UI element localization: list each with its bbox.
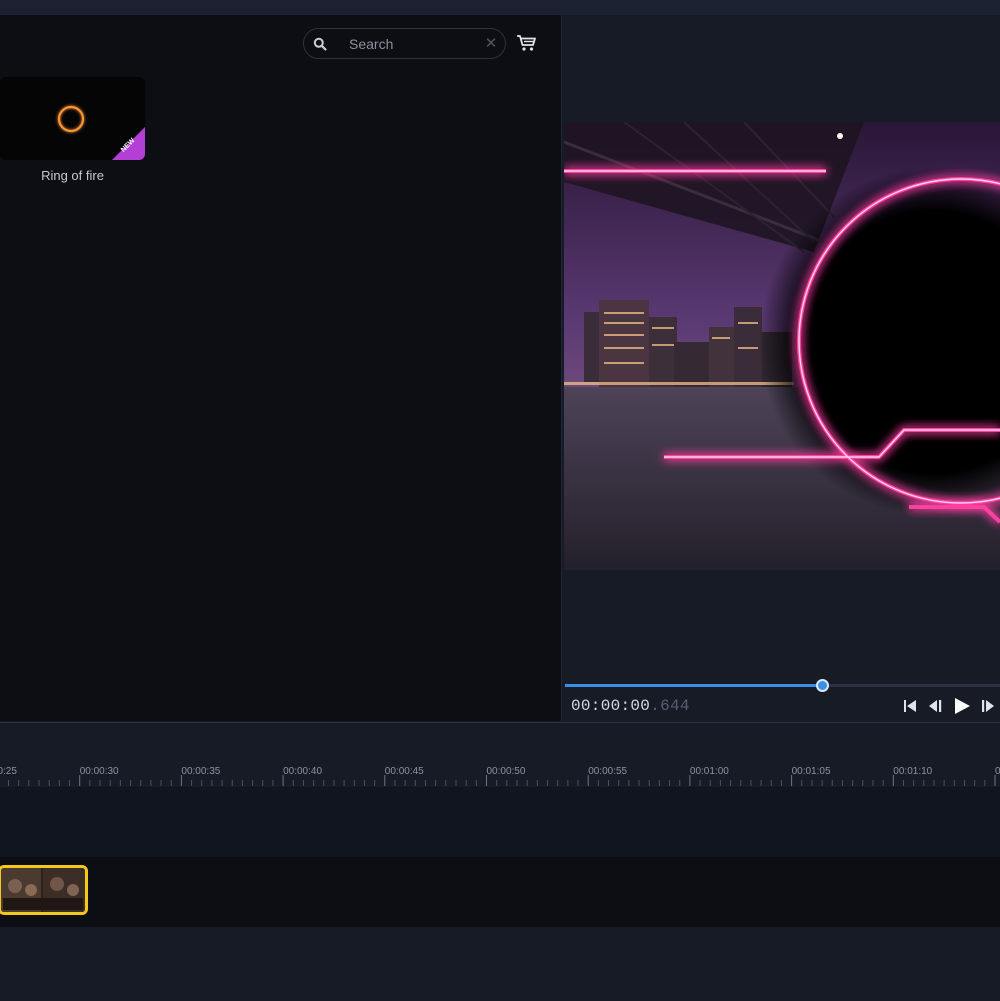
ruler-label: 00:00:55 [588,766,628,777]
play-icon[interactable] [953,697,971,715]
timecode-milliseconds: .644 [650,697,690,715]
search-icon[interactable] [313,37,327,51]
search-input[interactable] [349,35,479,53]
clear-search-icon[interactable]: ✕ [483,35,499,53]
timeline-track-audio[interactable] [0,927,1000,1001]
video-clip-thumbnail [1,868,85,912]
timeline-track-video[interactable] [0,857,1000,927]
video-preview[interactable] [564,122,1000,570]
ruler-label: 00:01:05 [791,766,831,777]
playback-progress [565,684,822,687]
preview-frame [564,122,1000,570]
cart-icon[interactable] [516,34,538,52]
timecode-display: 00:00:00.644 [571,697,690,715]
time-ruler[interactable]: 00:00:25 00:00:30 00:00:35 00:00:40 00:00:45… [0,723,1000,787]
ruler-label: 00:00:25 [0,766,17,777]
top-bar [0,0,1000,15]
previous-frame-icon[interactable] [928,697,943,715]
ruler-label: 00:00:35 [181,766,221,777]
ruler-label: 00:00:30 [79,766,119,777]
timecode-main: 00:00:00 [571,697,651,715]
effect-tile-ring-of-fire[interactable]: NEW [0,77,145,160]
ruler-label: 00:01:15 [995,766,1000,777]
ruler-label: 00:01:10 [893,766,933,777]
ruler-label: 00:00:50 [486,766,526,777]
ruler-ticks [8,775,996,786]
playhead-knob[interactable] [815,679,829,692]
ruler-label: 00:00:45 [384,766,424,777]
next-frame-icon[interactable] [980,697,996,715]
ruler-label: 00:01:00 [689,766,729,777]
timeline-panel: 00:00:25 00:00:30 00:00:35 00:00:40 00:00:45… [0,722,1000,1001]
timeline-track-effects[interactable] [0,787,1000,857]
skip-to-start-icon[interactable] [903,697,917,715]
ruler-label: 00:00:40 [283,766,323,777]
effect-tile-label: Ring of fire [41,168,104,183]
video-clip[interactable] [0,865,88,915]
playback-scrubber[interactable] [565,679,1000,692]
search-box[interactable]: ✕ [303,28,506,59]
